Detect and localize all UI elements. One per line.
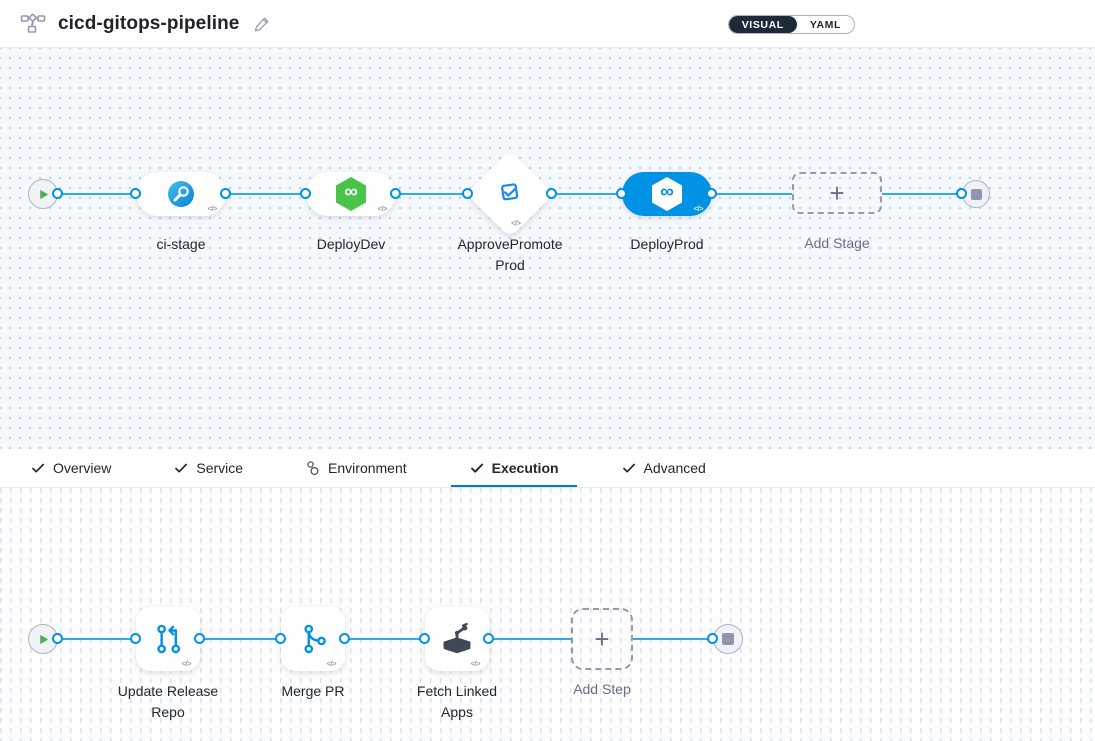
connector-port[interactable] [616,188,627,199]
code-icon: </> [208,204,217,213]
connector-port[interactable] [462,188,473,199]
toggle-visual[interactable]: VISUAL [729,16,797,33]
tab-service[interactable]: Service [171,449,245,487]
pipeline-header: cicd-gitops-pipeline VISUAL YAML [0,0,1095,48]
edge [712,193,792,195]
connector-port[interactable] [707,633,718,644]
update-release-repo-icon [151,622,185,656]
check-icon [30,460,46,476]
edge [226,193,306,195]
step-node-merge-pr[interactable]: </> [281,607,345,671]
cd-deploy-icon: ∞ [650,176,684,212]
stop-icon [722,633,734,645]
approval-icon [495,177,525,212]
page-title: cicd-gitops-pipeline [58,13,239,35]
visual-yaml-toggle: VISUAL YAML [728,15,855,34]
add-stage-label: Add Stage [777,233,897,254]
code-icon: </> [378,204,387,213]
connector-port[interactable] [483,633,494,644]
edge [489,638,571,640]
stage-node-ci-stage[interactable]: </> [136,172,226,216]
code-icon: </> [694,204,703,213]
step-label: Update Release Repo [108,681,228,723]
stage-node-deploydev[interactable]: ∞ </> [306,172,396,216]
check-icon [621,460,637,476]
tab-advanced[interactable]: Advanced [619,449,708,487]
play-icon [37,188,50,201]
add-step-button[interactable]: + [571,608,633,670]
connector-port[interactable] [956,188,967,199]
stage-label: ApprovePromoteProd [454,234,566,276]
connector-port[interactable] [275,633,286,644]
stage-node-approvepromoteprod[interactable]: </> [466,150,554,238]
connector-port[interactable] [52,633,63,644]
cd-deploy-icon: ∞ [334,176,368,212]
code-icon: </> [471,659,480,668]
edge [882,193,962,195]
tab-overview[interactable]: Overview [28,449,113,487]
edge [58,193,136,195]
code-icon: </> [511,218,520,227]
connector-port[interactable] [194,633,205,644]
stage-config-tabbar: Overview Service Environment Execution A… [0,449,1095,488]
edge [58,638,136,640]
check-icon [469,460,485,476]
toggle-yaml[interactable]: YAML [797,16,854,33]
execution-canvas: </> </> </> + [0,488,1095,741]
stage-label: ci-stage [121,234,241,255]
plus-icon: + [829,180,844,206]
edge [345,638,425,640]
stage-label: DeployDev [291,234,411,255]
pipeline-icon [20,13,46,35]
connector-port[interactable] [300,188,311,199]
check-icon [173,460,189,476]
connector-port[interactable] [419,633,430,644]
code-icon: </> [327,659,336,668]
play-icon [37,633,50,646]
edge [633,638,713,640]
environment-icon [305,460,321,476]
tab-environment[interactable]: Environment [303,449,409,487]
code-icon: </> [182,659,191,668]
add-step-label: Add Step [542,679,662,700]
step-label: Fetch Linked Apps [402,681,512,723]
merge-pr-icon [296,622,330,656]
stage-label: DeployProd [607,234,727,255]
edge [200,638,281,640]
connector-port[interactable] [220,188,231,199]
connector-port[interactable] [52,188,63,199]
ci-build-icon [165,178,197,210]
connector-port[interactable] [130,188,141,199]
edge [552,193,622,195]
stop-icon [971,189,982,200]
stage-canvas: </> ∞ </> </> ∞ </> + [0,48,1095,449]
step-node-fetch-linked-apps[interactable]: </> [425,607,489,671]
connector-port[interactable] [546,188,557,199]
connector-port[interactable] [706,188,717,199]
connector-port[interactable] [390,188,401,199]
edge [396,193,468,195]
step-label: Merge PR [253,681,373,702]
add-stage-button[interactable]: + [792,172,882,214]
connector-port[interactable] [130,633,141,644]
edit-pencil-icon[interactable] [253,15,271,33]
stage-node-deployprod[interactable]: ∞ </> [622,172,712,216]
plus-icon: + [594,626,609,652]
connector-port[interactable] [339,633,350,644]
tab-execution[interactable]: Execution [467,449,561,487]
fetch-linked-apps-icon [439,621,475,657]
step-node-update-release-repo[interactable]: </> [136,607,200,671]
